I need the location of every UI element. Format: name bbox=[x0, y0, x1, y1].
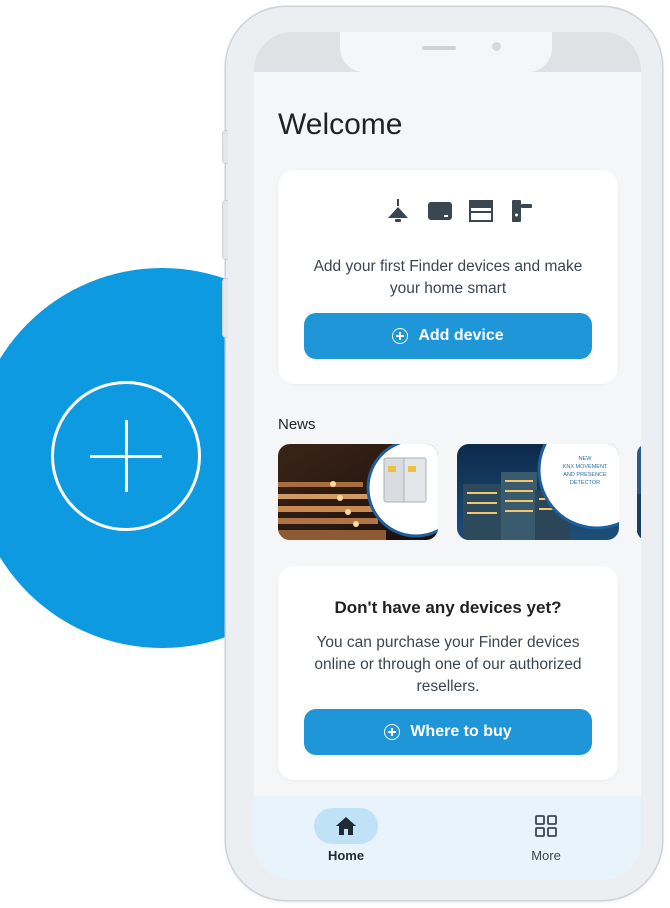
nav-home-label: Home bbox=[327, 848, 365, 863]
bottom-navigation: Home More bbox=[254, 796, 641, 880]
news-caption: NEW bbox=[579, 456, 593, 462]
shutter-icon bbox=[469, 200, 493, 222]
notch bbox=[340, 32, 552, 72]
grid-icon bbox=[535, 815, 557, 837]
add-device-card: Add your first Finder devices and make y… bbox=[278, 170, 618, 384]
news-card[interactable] bbox=[278, 444, 438, 540]
where-to-buy-card: Don't have any devices yet? You can purc… bbox=[278, 566, 618, 780]
news-caption: KNX MOVEMENT bbox=[563, 464, 608, 470]
nav-more-label: More bbox=[531, 848, 561, 863]
where-to-buy-button-label: Where to buy bbox=[410, 723, 512, 740]
add-device-button-label: Add device bbox=[418, 327, 504, 344]
news-image-partial bbox=[637, 444, 641, 540]
plus-circle-icon bbox=[392, 328, 409, 344]
news-image-buildings: NEW KNX MOVEMENT AND PRESENCE DETECTOR bbox=[457, 444, 619, 540]
app-screen: Welcome Add your first Finder devices an… bbox=[254, 32, 641, 880]
add-device-description: Add your first Finder devices and make y… bbox=[313, 258, 583, 297]
home-icon bbox=[336, 817, 356, 835]
news-card-partial[interactable] bbox=[637, 444, 641, 540]
phone-side-button bbox=[222, 130, 228, 164]
camera bbox=[492, 42, 501, 51]
news-card[interactable]: NEW KNX MOVEMENT AND PRESENCE DETECTOR bbox=[457, 444, 619, 540]
status-bar bbox=[254, 32, 641, 72]
nav-home[interactable]: Home bbox=[306, 808, 386, 863]
door-handle-icon bbox=[512, 200, 532, 222]
speaker bbox=[422, 46, 456, 50]
no-devices-title: Don't have any devices yet? bbox=[334, 598, 562, 617]
plus-circle-icon bbox=[51, 381, 201, 531]
device-icons bbox=[388, 199, 532, 222]
news-caption: DETECTOR bbox=[570, 480, 600, 486]
phone-volume-up-button bbox=[222, 200, 228, 260]
page-title: Welcome bbox=[278, 108, 403, 141]
news-caption: AND PRESENCE bbox=[563, 472, 607, 478]
add-device-button[interactable]: Add device bbox=[304, 313, 592, 359]
news-section-label: News bbox=[278, 416, 316, 433]
phone-volume-down-button bbox=[222, 278, 228, 338]
where-to-buy-description: You can purchase your Finder devices onl… bbox=[314, 634, 582, 695]
home-active-indicator bbox=[314, 808, 378, 844]
plus-circle-icon bbox=[384, 724, 401, 740]
where-to-buy-button[interactable]: Where to buy bbox=[304, 709, 592, 755]
tablet-device-icon bbox=[428, 202, 452, 220]
news-image-stairs bbox=[278, 444, 438, 540]
nav-more[interactable]: More bbox=[506, 808, 586, 863]
ceiling-lamp-icon bbox=[388, 199, 408, 222]
